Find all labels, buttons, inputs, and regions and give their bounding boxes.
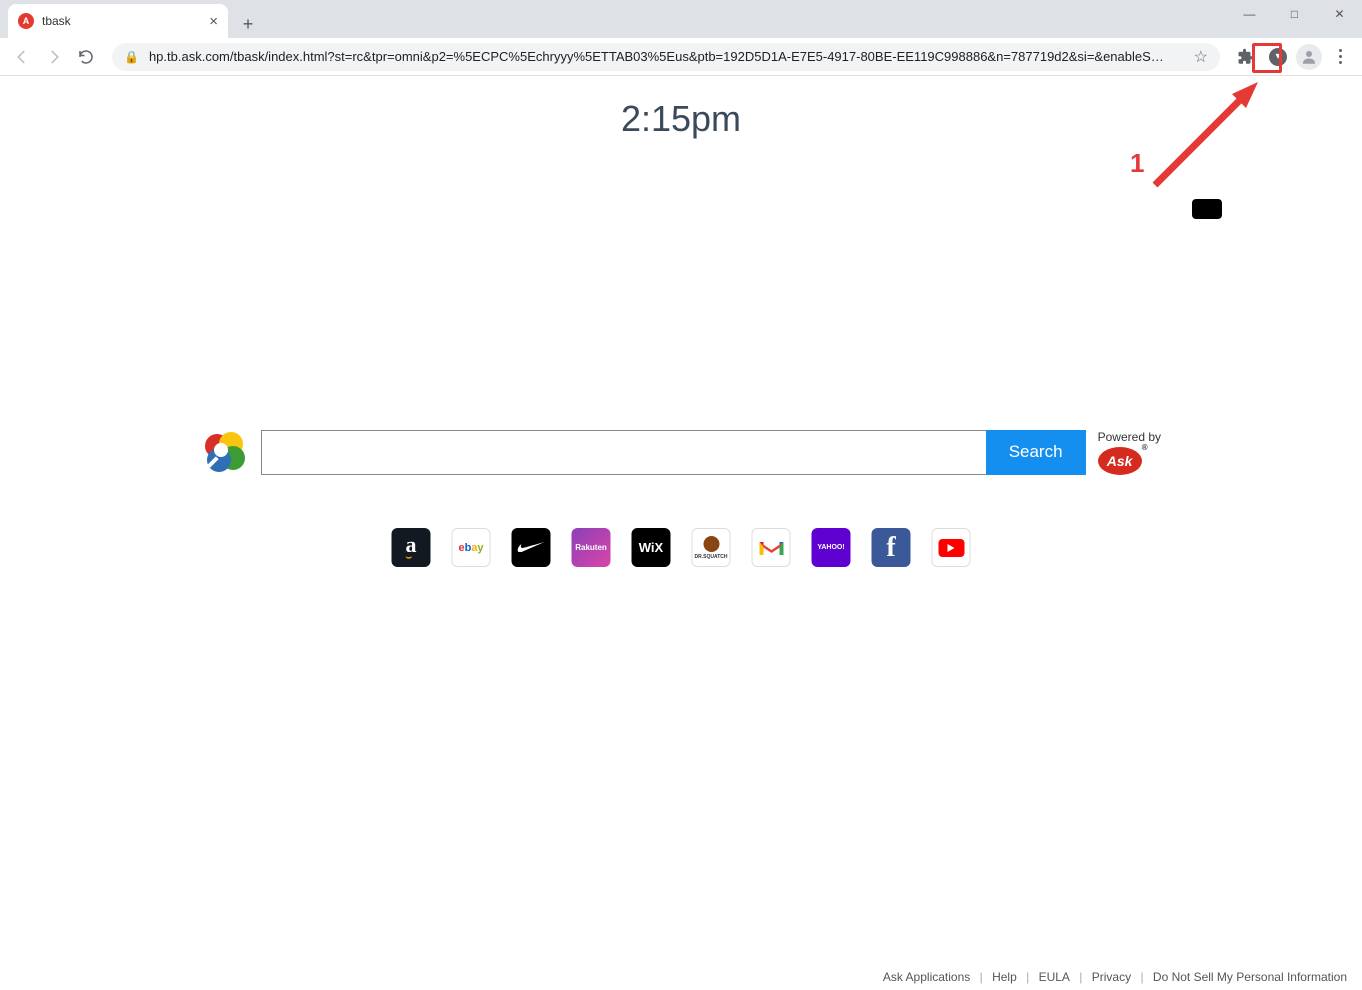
tab-title: tbask (42, 14, 201, 28)
footer-link[interactable]: EULA (1039, 970, 1070, 984)
reload-button[interactable] (72, 43, 100, 71)
maximize-button[interactable]: □ (1272, 0, 1317, 28)
page-content: 2:15pm Search Powered by Ask a⌣ ebay Rak… (0, 76, 1362, 990)
powered-by-label: Powered by (1098, 430, 1161, 444)
tile-amazon[interactable]: a⌣ (392, 528, 431, 567)
window-controls: — □ ✕ (1227, 0, 1362, 28)
footer-link[interactable]: Help (992, 970, 1017, 984)
tile-yahoo[interactable]: YAHOO! (812, 528, 851, 567)
tile-facebook[interactable]: f (872, 528, 911, 567)
powered-by: Powered by Ask (1098, 430, 1161, 475)
tile-youtube[interactable] (932, 528, 971, 567)
search-box: Search (261, 430, 1086, 475)
new-tab-button[interactable]: + (234, 10, 262, 38)
menu-dot-icon (1339, 49, 1342, 52)
reload-icon (77, 48, 95, 66)
lock-icon: 🔒 (124, 50, 139, 64)
tile-rakuten[interactable]: Rakuten (572, 528, 611, 567)
menu-button[interactable] (1326, 43, 1354, 71)
footer-links: Ask Applications | Help | EULA | Privacy… (880, 970, 1350, 990)
back-button[interactable] (8, 43, 36, 71)
tile-drsquatch[interactable]: DR.SQUATCH (692, 528, 731, 567)
tile-wix[interactable]: WiX (632, 528, 671, 567)
search-button[interactable]: Search (986, 430, 1086, 475)
settings-widget-icon[interactable] (1192, 199, 1222, 219)
arrow-left-icon (13, 48, 31, 66)
tile-gmail[interactable] (752, 528, 791, 567)
profile-button[interactable] (1296, 44, 1322, 70)
tab-strip: A tbask × + (0, 0, 1362, 38)
close-button[interactable]: ✕ (1317, 0, 1362, 28)
tab-favicon-icon: A (18, 13, 34, 29)
footer-link[interactable]: Ask Applications (883, 970, 970, 984)
annotation-number: 1 (1130, 148, 1144, 179)
address-bar[interactable]: 🔒 hp.tb.ask.com/tbask/index.html?st=rc&t… (112, 43, 1220, 71)
footer-link[interactable]: Privacy (1092, 970, 1131, 984)
quick-tiles: a⌣ ebay Rakuten WiX DR.SQUATCH YAHOO! f (392, 528, 971, 567)
bookmark-star-icon[interactable]: ☆ (1194, 47, 1208, 67)
search-input[interactable] (261, 430, 986, 475)
menu-dot-icon (1339, 61, 1342, 64)
tab-close-icon[interactable]: × (209, 14, 218, 29)
browser-tab[interactable]: A tbask × (8, 4, 228, 38)
arrow-right-icon (45, 48, 63, 66)
minimize-button[interactable]: — (1227, 0, 1272, 28)
ask-logo-icon: Ask (1098, 447, 1142, 475)
person-icon (1300, 48, 1318, 66)
forward-button[interactable] (40, 43, 68, 71)
footer-link[interactable]: Do Not Sell My Personal Information (1153, 970, 1347, 984)
menu-dot-icon (1339, 55, 1342, 58)
annotation-arrow-icon (1140, 70, 1270, 200)
search-logo-icon (201, 428, 249, 476)
tile-ebay[interactable]: ebay (452, 528, 491, 567)
url-text: hp.tb.ask.com/tbask/index.html?st=rc&tpr… (149, 49, 1184, 64)
search-area: Search Powered by Ask (201, 428, 1161, 476)
tile-nike[interactable] (512, 528, 551, 567)
annotation-highlight-box (1252, 43, 1282, 73)
